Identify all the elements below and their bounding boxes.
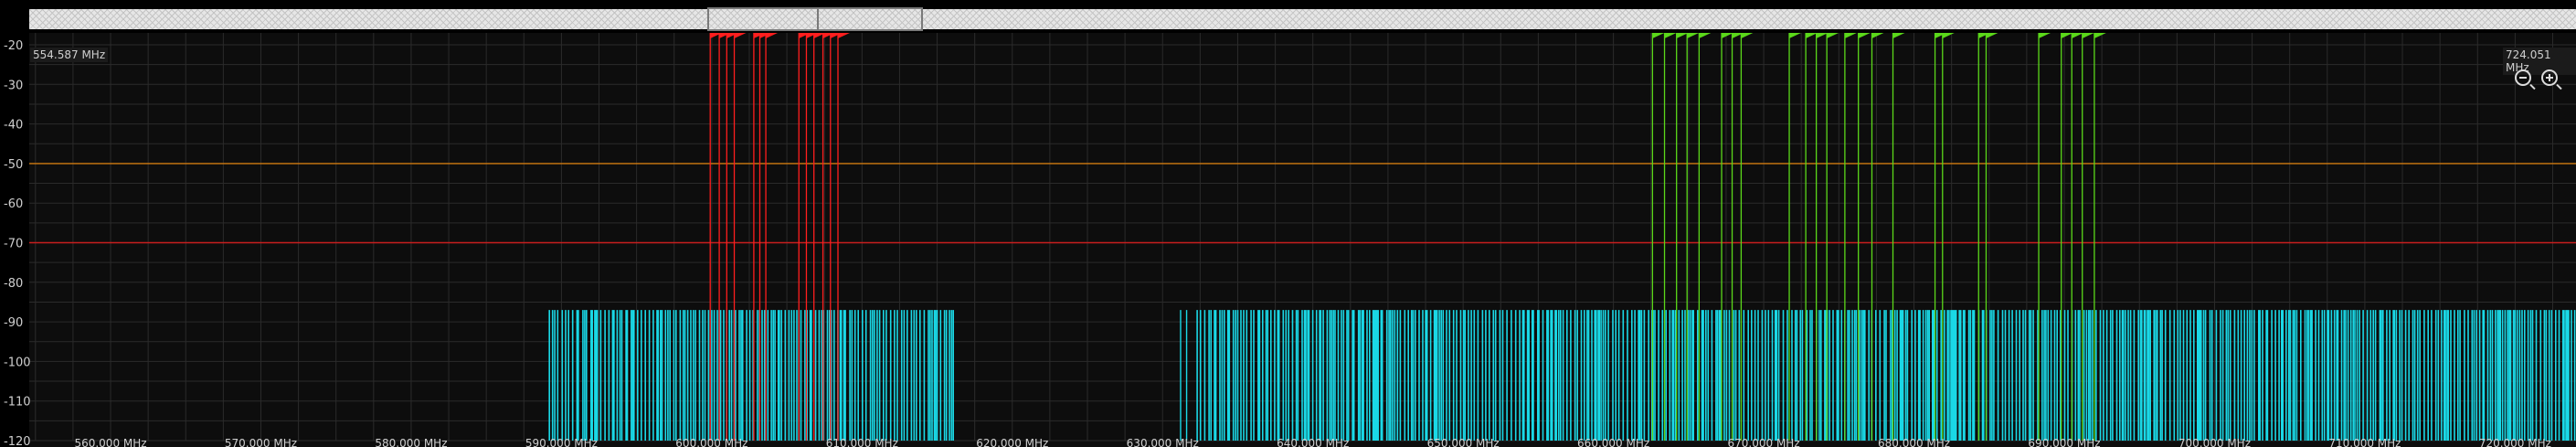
scrollbar-thumb-grip	[817, 9, 819, 29]
x-tick-label: 580.000 MHz	[375, 437, 447, 447]
y-tick-label: -30	[4, 79, 23, 92]
x-tick-label: 650.000 MHz	[1427, 437, 1500, 447]
y-tick-label: -20	[4, 39, 23, 53]
x-tick-label: 600.000 MHz	[675, 437, 747, 447]
y-tick-label: -60	[4, 197, 23, 211]
x-tick-label: 610.000 MHz	[826, 437, 898, 447]
x-tick-label: 630.000 MHz	[1127, 437, 1199, 447]
x-tick-label: 680.000 MHz	[1878, 437, 1950, 447]
start-frequency-readout: 554.587 MHz	[30, 48, 109, 62]
x-tick-label: 710.000 MHz	[2328, 437, 2401, 447]
scrollbar-thumb[interactable]	[707, 7, 923, 31]
end-frequency-readout: 724.051 MHz	[2503, 48, 2576, 75]
y-tick-label: -80	[4, 277, 23, 291]
x-tick-label: 590.000 MHz	[525, 437, 598, 447]
x-axis: 560.000 MHz 570.000 MHz 580.000 MHz 590.000…	[74, 437, 2550, 447]
frequency-scrollbar[interactable]	[0, 0, 2576, 33]
zoom-in-icon[interactable]	[2541, 69, 2558, 86]
x-tick-label: 700.000 MHz	[2178, 437, 2251, 447]
y-tick-label: -70	[4, 237, 23, 250]
x-tick-label: 640.000 MHz	[1277, 437, 1349, 447]
x-tick-label: 620.000 MHz	[976, 437, 1048, 447]
x-tick-label: 720.000 MHz	[2479, 437, 2551, 447]
scrollbar-track[interactable]	[29, 9, 2576, 29]
y-tick-label: -100	[4, 356, 31, 369]
y-tick-label: -90	[4, 316, 23, 330]
y-axis: -20 -30 -40 -50 -60 -70 -80 -90 -100 -110 -120	[4, 39, 31, 447]
y-tick-label: -40	[4, 119, 23, 133]
y-tick-label: -50	[4, 158, 23, 172]
spectrum-chart[interactable]: -20 -30 -40 -50 -60 -70 -80 -90 -100 -110 -120 560…	[0, 33, 2576, 447]
y-tick-label: -110	[4, 396, 31, 410]
y-tick-label: -120	[4, 435, 31, 447]
zoom-out-icon[interactable]	[2515, 69, 2531, 86]
x-tick-label: 570.000 MHz	[225, 437, 297, 447]
x-tick-label: 660.000 MHz	[1577, 437, 1649, 447]
x-tick-label: 560.000 MHz	[74, 437, 146, 447]
x-tick-label: 690.000 MHz	[2028, 437, 2100, 447]
x-tick-label: 670.000 MHz	[1728, 437, 1800, 447]
